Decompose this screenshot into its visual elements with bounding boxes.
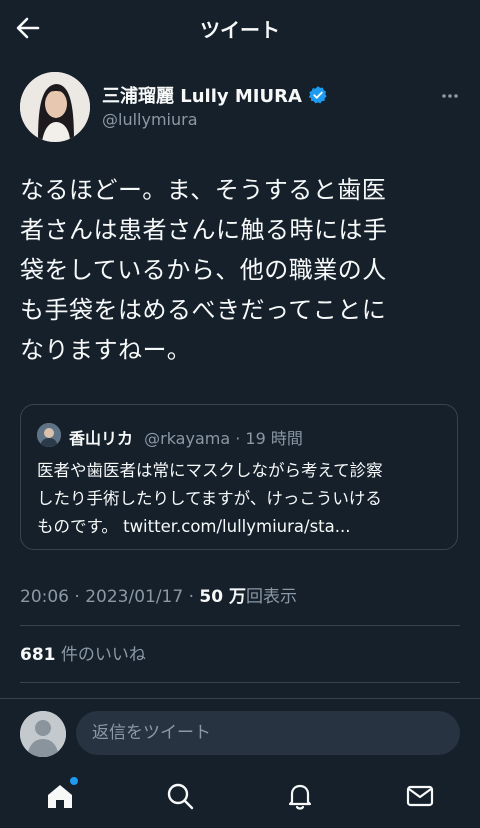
author-name[interactable]: 三浦瑠麗 Lully MIURA [102,82,302,108]
likes-label: 件のいいね [55,645,146,665]
nav-notifications[interactable] [284,780,316,812]
quoted-tweet[interactable]: 香山リカ @rkayama · 19 時間 医者や歯医者は常にマスクしながら考え… [20,404,458,550]
messages-icon [406,785,434,807]
default-avatar-icon [20,711,66,757]
page-title: ツイート [200,18,280,42]
likes-row[interactable]: 681 件のいいね [20,640,146,665]
tweet-line: 者さんは患者さんに触る時には手 [20,216,388,244]
views-count: 50 万 [199,587,246,607]
quote-avatar [37,423,61,447]
divider [20,682,460,683]
nav-home[interactable] [44,777,78,812]
author-handle[interactable]: @lullymiura [102,110,198,129]
tweet-meta: 20:06 · 2023/01/17 · 50 万回表示 [20,582,297,607]
quote-meta: @rkayama · 19 時間 [144,429,303,448]
divider [20,625,460,626]
top-bar: ツイート [0,0,480,56]
views-label: 回表示 [245,587,297,607]
author-name-row: 三浦瑠麗 Lully MIURA [102,82,328,108]
quote-line: 医者や歯医者は常にマスクしながら考えて診察 [37,461,383,480]
home-icon [48,785,72,808]
quote-author-name: 香山リカ [69,429,134,448]
tweet-line: なるほどー。ま、そうすると歯医 [20,176,387,204]
tweet-line: も手袋をはめるべきだってことに [20,296,387,324]
nav-search[interactable] [164,780,196,812]
author-block: 三浦瑠麗 Lully MIURA @lullymiura [20,72,460,142]
verified-badge-icon [308,86,327,104]
my-avatar[interactable] [20,711,66,757]
quote-line: したり手術したりしてますが、けっこういける [37,489,382,508]
quote-author-photo-icon [37,423,61,447]
quote-header: 香山リカ @rkayama · 19 時間 [69,425,303,449]
quote-text: 医者や歯医者は常にマスクしながら考えて診察 したり手術したりしてますが、けっこう… [37,457,447,541]
notifications-icon [288,784,312,810]
tweet-line: なりますねー。 [20,336,192,364]
author-photo-icon [20,72,90,142]
tweet-timestamp: 20:06 · 2023/01/17 · [20,587,200,607]
nav-messages[interactable] [404,780,436,812]
quote-line: ものです。 twitter.com/lullymiura/sta... [37,517,351,536]
reply-input[interactable] [76,711,460,755]
tweet-text: なるほどー。ま、そうすると歯医 者さんは患者さんに触る時には手 袋をしているから… [20,170,460,370]
bottom-nav [0,766,480,828]
tweet-line: 袋をしているから、他の職業の人 [20,256,387,284]
search-icon [167,783,194,810]
more-icon[interactable] [440,86,460,106]
author-avatar[interactable] [20,72,90,142]
reply-bar [0,698,480,767]
likes-count: 681 [20,645,56,665]
notification-dot [70,777,78,785]
